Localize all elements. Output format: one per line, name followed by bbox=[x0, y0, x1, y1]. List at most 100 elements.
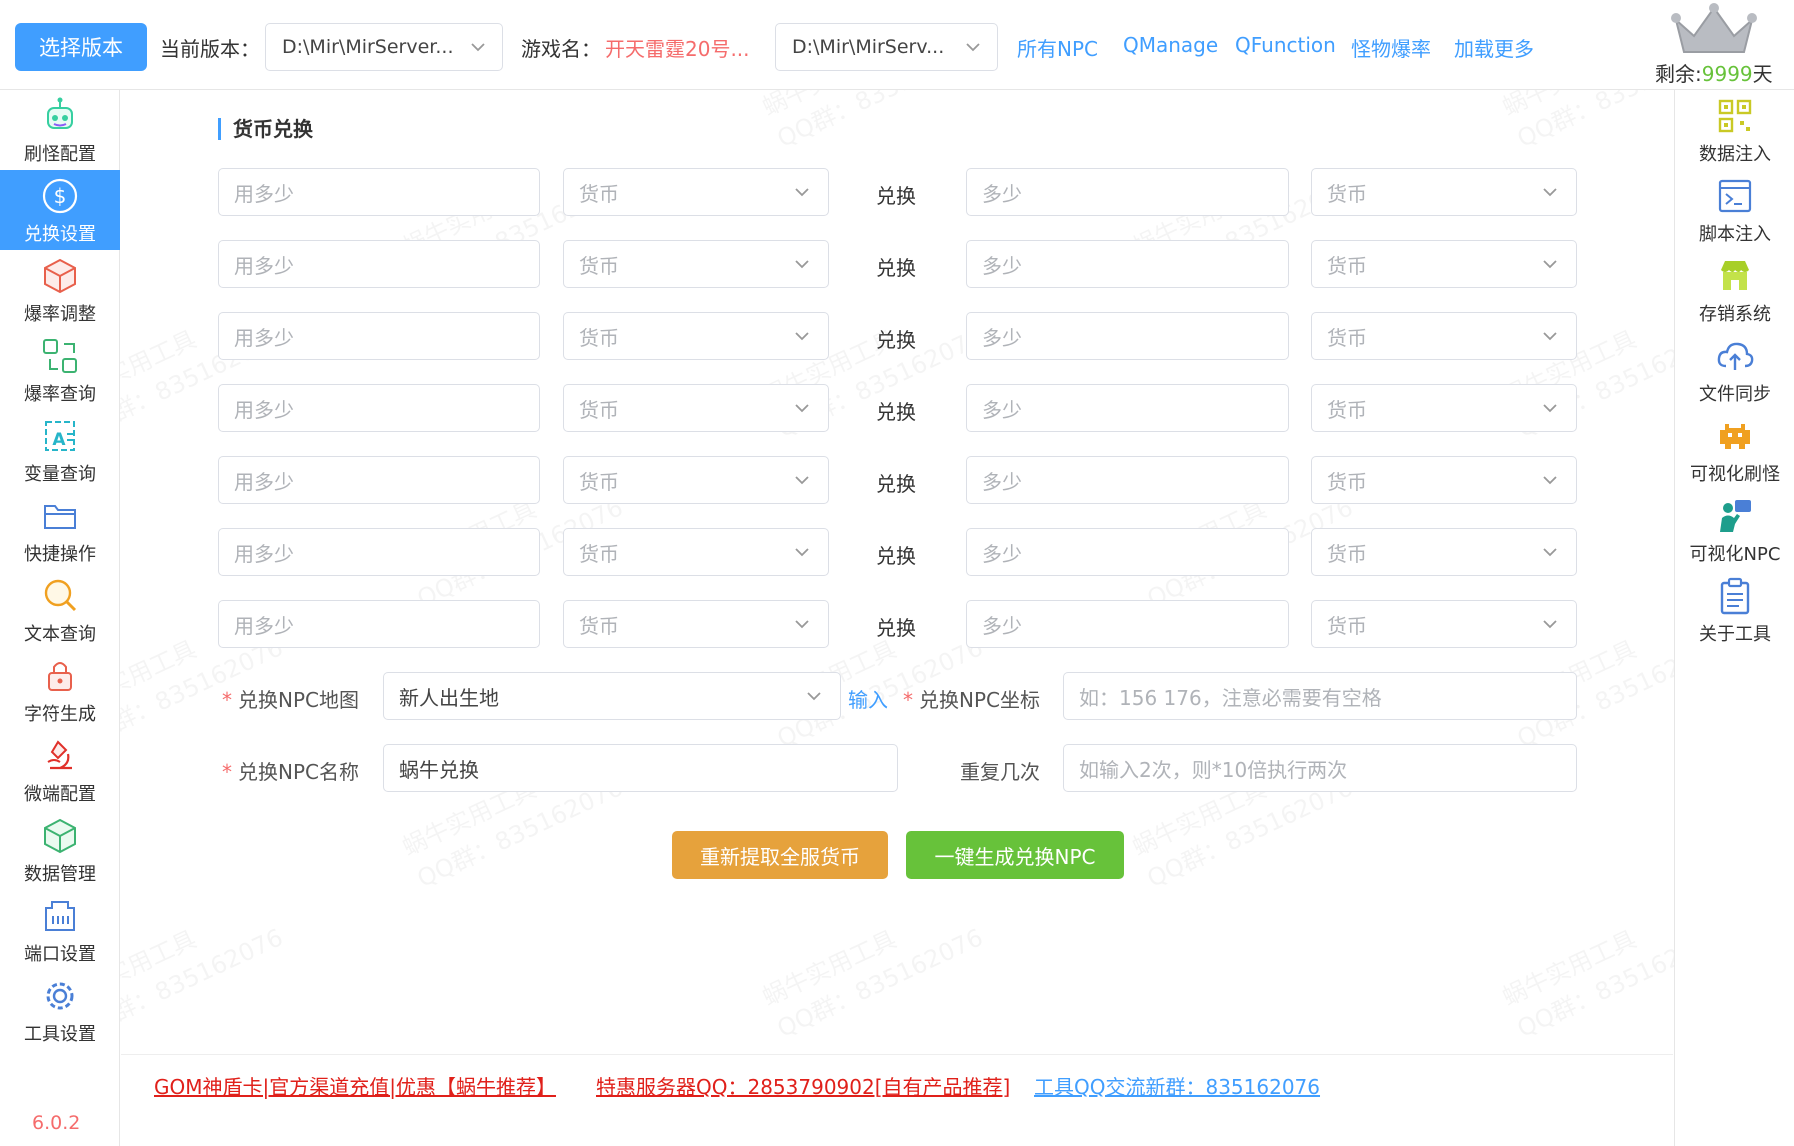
nav-item-char-generate[interactable]: 字符生成 bbox=[0, 650, 120, 730]
target-amount-input[interactable]: 多少 bbox=[966, 528, 1289, 576]
footer-link-gom-card[interactable]: GOM神盾卡|官方渠道充值|优惠【蜗牛推荐】 bbox=[154, 1071, 556, 1100]
game-name-label: 游戏名： bbox=[521, 37, 601, 61]
npc-name-input[interactable]: 蜗牛兑换 bbox=[383, 744, 898, 792]
target-amount-input[interactable]: 多少 bbox=[966, 240, 1289, 288]
crown-icon bbox=[1671, 3, 1757, 53]
use-amount-input[interactable]: 用多少 bbox=[218, 600, 540, 648]
nav-item-variable-query[interactable]: A 变量查询 bbox=[0, 410, 120, 490]
target-currency-select[interactable]: 货币 bbox=[1311, 168, 1577, 216]
link-qmanage[interactable]: QManage bbox=[1123, 33, 1218, 57]
rnav-about-tool[interactable]: 关于工具 bbox=[1675, 570, 1794, 650]
nav-label: 变量查询 bbox=[24, 464, 96, 485]
npc-map-select[interactable]: 新人出生地 bbox=[383, 672, 841, 720]
source-currency-select[interactable]: 货币 bbox=[563, 600, 829, 648]
rnav-store-system[interactable]: 存销系统 bbox=[1675, 250, 1794, 330]
npc-name-label: * 兑换NPC名称 bbox=[222, 760, 359, 784]
target-currency-placeholder: 货币 bbox=[1327, 253, 1367, 278]
source-currency-select[interactable]: 货币 bbox=[563, 168, 829, 216]
nav-label: 兑换设置 bbox=[24, 224, 96, 245]
npc-coord-input[interactable]: 如：156 176，注意必需要有空格 bbox=[1063, 672, 1577, 720]
target-amount-input[interactable]: 多少 bbox=[966, 600, 1289, 648]
target-currency-select[interactable]: 货币 bbox=[1311, 384, 1577, 432]
nav-item-exchange-settings[interactable]: $ 兑换设置 bbox=[0, 170, 120, 250]
nav-item-data-manage[interactable]: 数据管理 bbox=[0, 810, 120, 890]
source-currency-select[interactable]: 货币 bbox=[563, 240, 829, 288]
chevron-down-icon bbox=[795, 476, 809, 485]
nav-item-tool-settings[interactable]: 工具设置 bbox=[0, 970, 120, 1050]
chevron-down-icon bbox=[1543, 188, 1557, 197]
use-amount-input[interactable]: 用多少 bbox=[218, 168, 540, 216]
target-amount-input[interactable]: 多少 bbox=[966, 456, 1289, 504]
rnav-visual-monster[interactable]: 可视化刷怪 bbox=[1675, 410, 1794, 490]
nav-item-text-query[interactable]: 文本查询 bbox=[0, 570, 120, 650]
footer-link-tool-qq-group[interactable]: 工具QQ交流新群：835162076 bbox=[1034, 1071, 1320, 1100]
server-path-select[interactable]: D:\Mir\MirServ... bbox=[775, 23, 998, 71]
game-name-value: 开天雷霆20号... bbox=[605, 37, 750, 61]
rnav-visual-npc[interactable]: 可视化NPC bbox=[1675, 490, 1794, 570]
use-amount-input[interactable]: 用多少 bbox=[218, 528, 540, 576]
right-sidebar: 数据注入 脚本注入 存销系统 文件同步 可视化刷怪 可视化NPC 关于工具 bbox=[1674, 90, 1794, 1146]
exchange-label: 兑换 bbox=[876, 616, 916, 640]
exchange-label: 兑换 bbox=[876, 328, 916, 352]
repeat-times-input[interactable]: 如输入2次，则*10倍执行两次 bbox=[1063, 744, 1577, 792]
current-version-select[interactable]: D:\Mir\MirServer... bbox=[265, 23, 503, 71]
source-currency-select[interactable]: 货币 bbox=[563, 528, 829, 576]
source-currency-select[interactable]: 货币 bbox=[563, 312, 829, 360]
exchange-label: 兑换 bbox=[876, 472, 916, 496]
nav-label: 文本查询 bbox=[24, 624, 96, 645]
robot-icon bbox=[47, 97, 73, 129]
chevron-down-icon bbox=[1543, 620, 1557, 629]
nav-item-port-settings[interactable]: 端口设置 bbox=[0, 890, 120, 970]
nav-label: 端口设置 bbox=[24, 944, 96, 965]
target-currency-select[interactable]: 货币 bbox=[1311, 240, 1577, 288]
nav-item-drop-rate-adjust[interactable]: 爆率调整 bbox=[0, 250, 120, 330]
link-monster-drop[interactable]: 怪物爆率 bbox=[1351, 33, 1431, 62]
use-amount-input[interactable]: 用多少 bbox=[218, 240, 540, 288]
target-amount-placeholder: 多少 bbox=[982, 541, 1022, 566]
link-load-more[interactable]: 加载更多 bbox=[1454, 33, 1534, 62]
nav-item-quick-actions[interactable]: 快捷操作 bbox=[0, 490, 120, 570]
refetch-currency-button[interactable]: 重新提取全服货币 bbox=[672, 831, 888, 879]
repeat-times-placeholder: 如输入2次，则*10倍执行两次 bbox=[1079, 757, 1348, 782]
use-amount-input[interactable]: 用多少 bbox=[218, 384, 540, 432]
lock-icon bbox=[48, 662, 72, 691]
target-currency-select[interactable]: 货币 bbox=[1311, 600, 1577, 648]
target-amount-input[interactable]: 多少 bbox=[966, 384, 1289, 432]
target-currency-select[interactable]: 货币 bbox=[1311, 456, 1577, 504]
target-amount-input[interactable]: 多少 bbox=[966, 168, 1289, 216]
source-currency-placeholder: 货币 bbox=[579, 325, 619, 350]
rnav-script-inject[interactable]: 脚本注入 bbox=[1675, 170, 1794, 250]
rnav-label: 可视化NPC bbox=[1689, 544, 1781, 565]
microscope-icon bbox=[47, 740, 72, 770]
select-version-button[interactable]: 选择版本 bbox=[15, 23, 147, 71]
source-currency-select[interactable]: 货币 bbox=[563, 384, 829, 432]
nav-label: 字符生成 bbox=[24, 704, 96, 725]
chevron-down-icon bbox=[1543, 260, 1557, 269]
rnav-file-sync[interactable]: 文件同步 bbox=[1675, 330, 1794, 410]
nav-item-microclient-config[interactable]: 微端配置 bbox=[0, 730, 120, 810]
chevron-down-icon bbox=[795, 548, 809, 557]
target-amount-placeholder: 多少 bbox=[982, 253, 1022, 278]
footer-link-server-qq[interactable]: 特惠服务器QQ：2853790902[自有产品推荐] bbox=[596, 1071, 1010, 1100]
nav-item-drop-rate-query[interactable]: 爆率查询 bbox=[0, 330, 120, 410]
use-amount-input[interactable]: 用多少 bbox=[218, 312, 540, 360]
target-currency-placeholder: 货币 bbox=[1327, 397, 1367, 422]
generate-npc-button[interactable]: 一键生成兑换NPC bbox=[906, 831, 1124, 879]
rnav-data-inject[interactable]: 数据注入 bbox=[1675, 90, 1794, 170]
nav-item-monster-config[interactable]: 刷怪配置 bbox=[0, 90, 120, 170]
invader-icon bbox=[1720, 424, 1750, 449]
input-map-link[interactable]: 输入 bbox=[848, 684, 888, 713]
nav-label: 微端配置 bbox=[24, 784, 96, 805]
exchange-label: 兑换 bbox=[876, 544, 916, 568]
source-currency-select[interactable]: 货币 bbox=[563, 456, 829, 504]
npc-coord-placeholder: 如：156 176，注意必需要有空格 bbox=[1079, 685, 1382, 710]
chevron-down-icon bbox=[795, 188, 809, 197]
target-amount-input[interactable]: 多少 bbox=[966, 312, 1289, 360]
target-currency-select[interactable]: 货币 bbox=[1311, 528, 1577, 576]
cube-icon bbox=[44, 258, 76, 294]
target-currency-select[interactable]: 货币 bbox=[1311, 312, 1577, 360]
use-amount-input[interactable]: 用多少 bbox=[218, 456, 540, 504]
use-amount-placeholder: 用多少 bbox=[234, 397, 294, 422]
link-all-npc[interactable]: 所有NPC bbox=[1017, 33, 1098, 62]
link-qfunction[interactable]: QFunction bbox=[1235, 33, 1336, 57]
